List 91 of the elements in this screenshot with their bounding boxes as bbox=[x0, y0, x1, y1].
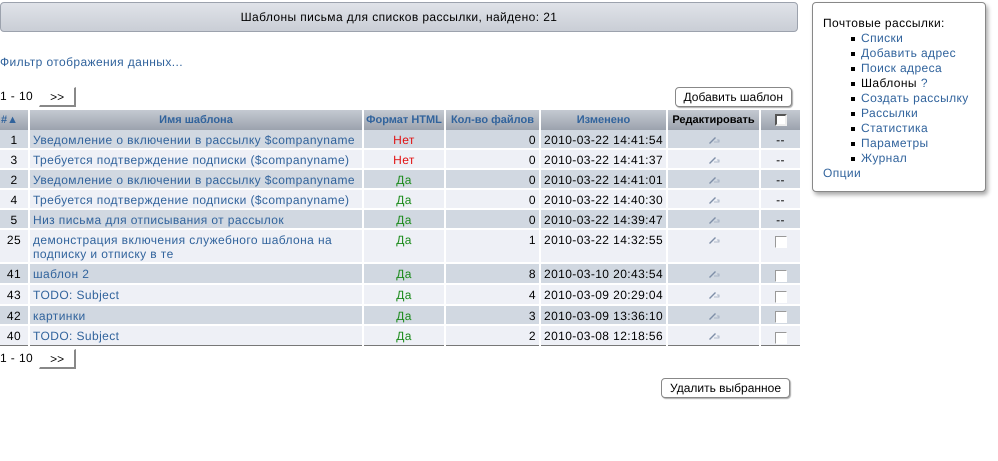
sidebar-item[interactable]: Статистика bbox=[861, 121, 928, 136]
table-cell: 0 bbox=[445, 189, 540, 209]
table-cell: 3 bbox=[445, 304, 540, 326]
edit-icon[interactable] bbox=[708, 290, 720, 299]
table-cell: 2010-03-22 14:39:47 bbox=[540, 209, 667, 229]
sidebar-item[interactable]: Списки bbox=[861, 31, 904, 46]
table-cell: 40 bbox=[0, 325, 29, 346]
table-cell: 2010-03-22 14:40:30 bbox=[540, 189, 667, 209]
row-checkbox[interactable] bbox=[774, 332, 786, 344]
row-checkbox[interactable] bbox=[774, 236, 786, 248]
bullet-icon bbox=[851, 156, 855, 160]
table-cell: 42 bbox=[0, 304, 29, 326]
edit-icon[interactable] bbox=[708, 216, 720, 224]
edit-icon[interactable] bbox=[708, 156, 720, 164]
table-cell: 0 bbox=[445, 130, 540, 149]
table-cell: 0 bbox=[445, 149, 540, 169]
sidebar-item[interactable]: Журнал bbox=[861, 151, 908, 166]
bullet-icon bbox=[851, 66, 855, 70]
table-cell: 4 bbox=[0, 189, 29, 209]
edit-icon[interactable] bbox=[708, 236, 720, 244]
next-page-button[interactable]: >> bbox=[39, 87, 76, 107]
delete-selected-button[interactable]: Удалить выбранное bbox=[661, 378, 790, 398]
table-cell: 4 bbox=[445, 284, 540, 305]
table-cell: 2010-03-10 20:43:54 bbox=[540, 263, 667, 284]
sidebar-heading: Почтовые рассылки: bbox=[823, 16, 946, 31]
edit-icon[interactable] bbox=[708, 332, 720, 340]
sidebar-item[interactable]: Поиск адреса bbox=[861, 61, 942, 76]
table-cell: 2 bbox=[0, 169, 29, 189]
table-cell: 41 bbox=[0, 263, 29, 284]
next-page-button[interactable]: >> bbox=[39, 349, 76, 370]
table-cell: 2010-03-22 14:41:01 bbox=[540, 169, 667, 189]
table-cell: 2010-03-09 20:29:04 bbox=[540, 284, 667, 305]
sidebar-item[interactable]: Создать рассылку bbox=[861, 91, 969, 106]
bullet-icon bbox=[851, 52, 855, 56]
table-cell: 25 bbox=[0, 229, 29, 263]
bullet-icon bbox=[851, 82, 855, 86]
table-cell: 1 bbox=[445, 229, 540, 263]
add-template-button[interactable]: Добавить шаблон bbox=[674, 87, 792, 107]
filter-link[interactable]: Фильтр отображения данных... bbox=[0, 55, 183, 69]
edit-icon[interactable] bbox=[708, 136, 720, 144]
bullet-icon bbox=[851, 36, 855, 40]
table-cell: -- bbox=[776, 133, 785, 147]
bullet-icon bbox=[851, 112, 855, 116]
table-cell: Да bbox=[363, 229, 445, 263]
table-cell: 5 bbox=[0, 209, 29, 229]
column-header[interactable]: Редактировать bbox=[667, 110, 760, 130]
table-cell: 0 bbox=[445, 169, 540, 189]
edit-icon[interactable] bbox=[708, 196, 720, 204]
bullet-icon bbox=[851, 126, 855, 130]
row-checkbox[interactable] bbox=[774, 270, 786, 282]
table-cell: -- bbox=[776, 193, 785, 207]
table-cell: Нет bbox=[363, 130, 445, 149]
table-cell: Да bbox=[363, 263, 445, 284]
edit-icon[interactable] bbox=[708, 176, 720, 184]
table-cell: 2010-03-08 12:18:56 bbox=[540, 325, 667, 346]
sidebar-item[interactable]: Параметры bbox=[861, 136, 929, 151]
table-cell: -- bbox=[776, 173, 785, 187]
table-cell: Нет bbox=[363, 149, 445, 169]
row-checkbox[interactable] bbox=[774, 290, 786, 303]
edit-icon[interactable] bbox=[708, 312, 720, 320]
page-title: Шаблоны письма для списков рассылки, найдено: 21 bbox=[0, 2, 798, 32]
table-cell: Да bbox=[363, 304, 445, 326]
table-cell: Да bbox=[363, 189, 445, 209]
table-cell: 1 bbox=[0, 130, 29, 149]
table-cell: 0 bbox=[445, 209, 540, 229]
bullet-icon bbox=[851, 142, 855, 146]
row-checkbox[interactable] bbox=[774, 311, 786, 324]
table-cell: 2010-03-22 14:41:54 bbox=[540, 130, 667, 149]
table-cell: Да bbox=[363, 169, 445, 189]
table-cell: Да bbox=[363, 209, 445, 229]
table-cell: 43 bbox=[0, 284, 29, 305]
table-cell: 3 bbox=[0, 149, 29, 169]
table-cell: 2010-03-22 14:41:37 bbox=[540, 149, 667, 169]
table-cell: 2010-03-22 14:32:55 bbox=[540, 229, 667, 263]
options-link[interactable]: Опции bbox=[823, 166, 975, 181]
sidebar-item[interactable]: Шаблоны bbox=[861, 76, 917, 91]
table-cell: 8 bbox=[445, 263, 540, 284]
table-cell: Да bbox=[363, 284, 445, 305]
edit-icon[interactable] bbox=[708, 270, 720, 278]
page-range: 1 - 10 bbox=[0, 351, 34, 366]
table-cell: -- bbox=[776, 153, 785, 167]
sidebar-item[interactable]: Добавить адрес bbox=[861, 46, 956, 61]
sidebar-item[interactable]: Рассылки bbox=[861, 106, 918, 121]
table-cell: Да bbox=[363, 325, 445, 346]
table-cell: 2010-03-09 13:36:10 bbox=[540, 304, 667, 326]
table-cell: -- bbox=[776, 213, 785, 227]
table-cell: 2 bbox=[445, 325, 540, 346]
bullet-icon bbox=[851, 96, 855, 100]
help-link[interactable]: ? bbox=[920, 76, 928, 91]
select-all-checkbox[interactable] bbox=[774, 114, 786, 126]
page-range: 1 - 10 bbox=[0, 89, 34, 103]
